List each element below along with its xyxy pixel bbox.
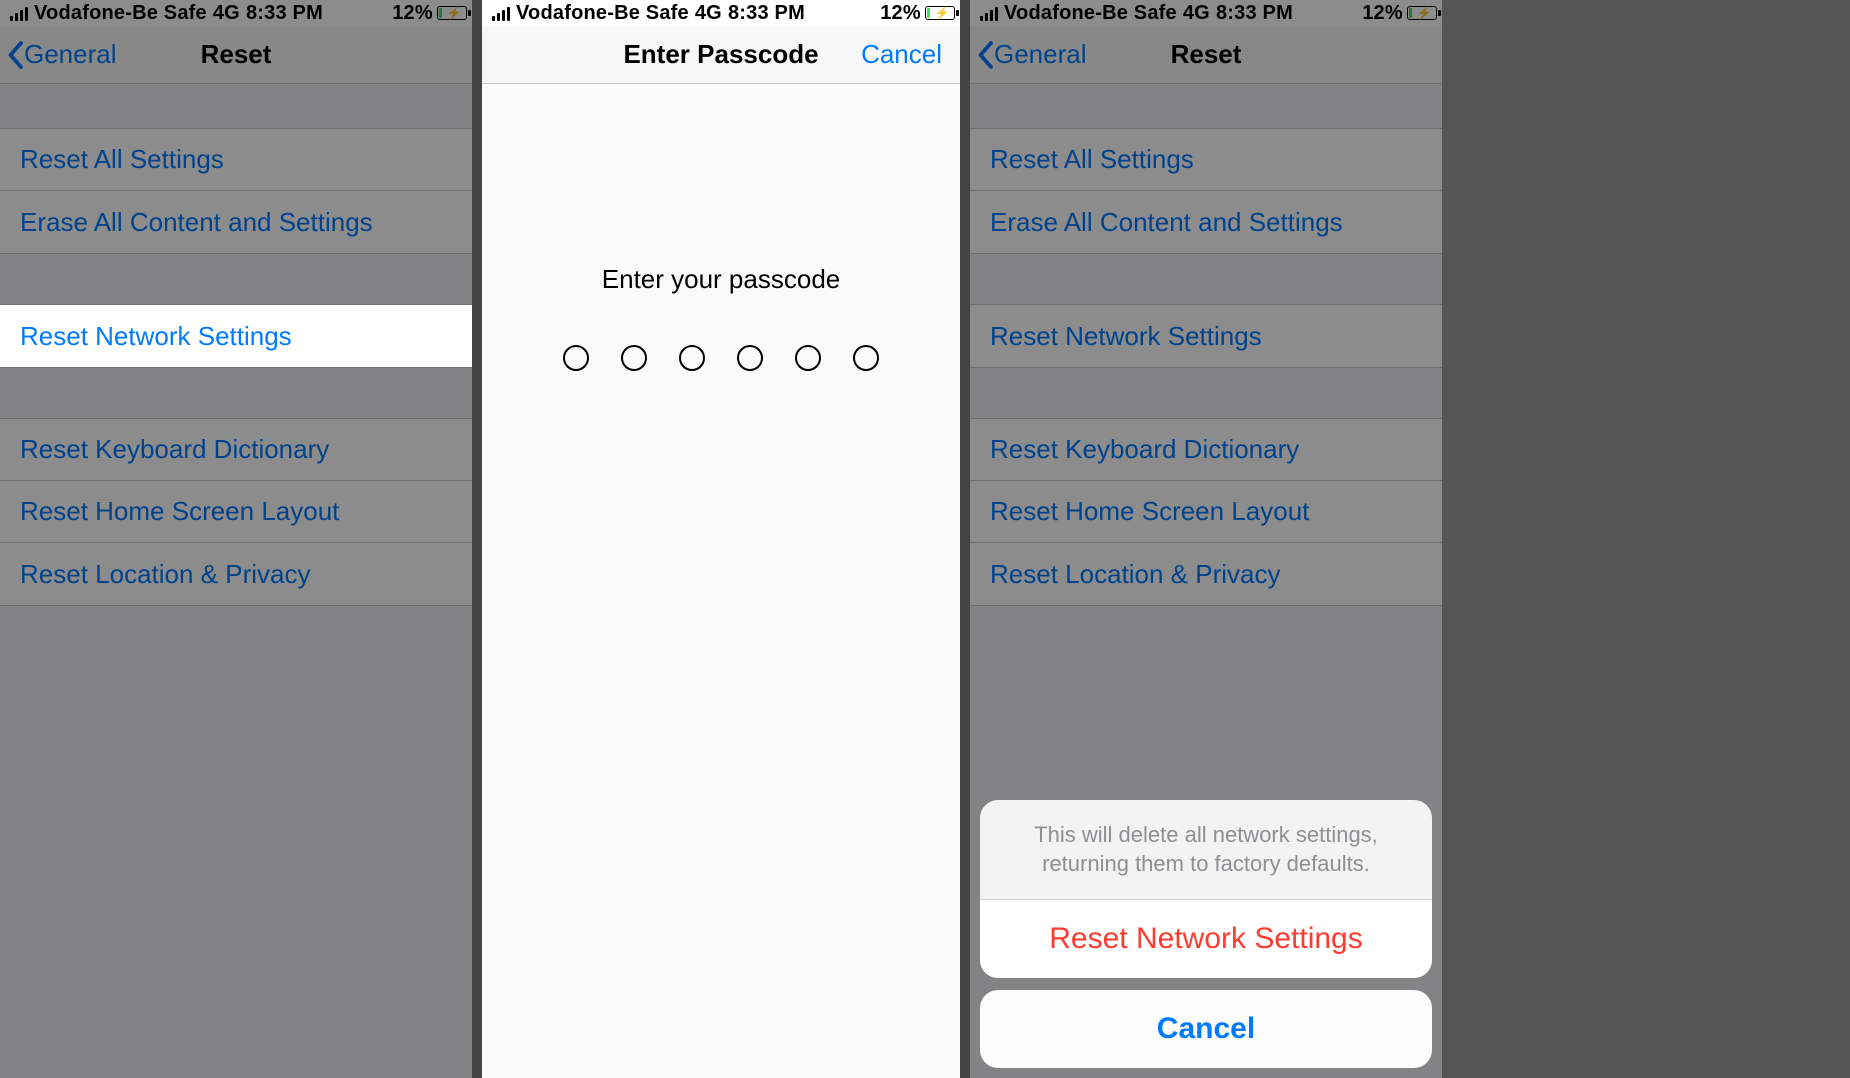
reset-network-settings[interactable]: Reset Network Settings: [970, 305, 1442, 367]
chevron-left-icon: [976, 40, 994, 70]
charging-icon: ⚡: [447, 6, 462, 20]
time-label: 8:33 PM: [1216, 2, 1293, 25]
reset-location-privacy[interactable]: Reset Location & Privacy: [970, 543, 1442, 605]
network-label: 4G: [695, 2, 722, 25]
charging-icon: ⚡: [1417, 6, 1432, 20]
reset-all-settings[interactable]: Reset All Settings: [970, 129, 1442, 191]
signal-icon: [10, 5, 28, 21]
passcode-dot: [795, 345, 821, 371]
back-label: General: [24, 39, 117, 70]
signal-icon: [492, 5, 510, 21]
back-button[interactable]: General: [970, 39, 1087, 70]
network-label: 4G: [213, 2, 240, 25]
passcode-entry: Enter your passcode: [482, 84, 960, 1078]
back-button[interactable]: General: [0, 39, 117, 70]
action-sheet: This will delete all network settings, r…: [980, 800, 1432, 1068]
nav-bar: General Reset: [970, 26, 1442, 84]
passcode-dot: [563, 345, 589, 371]
status-bar: Vodafone-Be Safe 4G 8:33 PM 12% ⚡: [970, 0, 1442, 26]
reset-home-screen[interactable]: Reset Home Screen Layout: [970, 481, 1442, 543]
carrier-label: Vodafone-Be Safe: [34, 2, 207, 25]
nav-bar: General Reset: [0, 26, 472, 84]
reset-home-screen[interactable]: Reset Home Screen Layout: [0, 481, 472, 543]
signal-icon: [980, 5, 998, 21]
battery-percent: 12%: [392, 2, 433, 25]
passcode-dot: [853, 345, 879, 371]
reset-location-privacy[interactable]: Reset Location & Privacy: [0, 543, 472, 605]
carrier-label: Vodafone-Be Safe: [1004, 2, 1177, 25]
sheet-message: This will delete all network settings, r…: [980, 800, 1432, 900]
sheet-cancel-button[interactable]: Cancel: [980, 990, 1432, 1068]
nav-bar: Enter Passcode Cancel: [482, 26, 960, 84]
cancel-button[interactable]: Cancel: [861, 39, 960, 70]
battery-percent: 12%: [1362, 2, 1403, 25]
time-label: 8:33 PM: [246, 2, 323, 25]
erase-all-content[interactable]: Erase All Content and Settings: [970, 191, 1442, 253]
passcode-dots[interactable]: [482, 345, 960, 371]
passcode-dot: [621, 345, 647, 371]
confirm-reset-network-button[interactable]: Reset Network Settings: [980, 900, 1432, 978]
charging-icon: ⚡: [935, 6, 950, 20]
passcode-dot: [679, 345, 705, 371]
chevron-left-icon: [6, 40, 24, 70]
passcode-dot: [737, 345, 763, 371]
erase-all-content[interactable]: Erase All Content and Settings: [0, 191, 472, 253]
battery-percent: 12%: [880, 2, 921, 25]
network-label: 4G: [1183, 2, 1210, 25]
status-bar: Vodafone-Be Safe 4G 8:33 PM 12% ⚡: [0, 0, 472, 26]
reset-keyboard-dictionary[interactable]: Reset Keyboard Dictionary: [970, 419, 1442, 481]
reset-all-settings[interactable]: Reset All Settings: [0, 129, 472, 191]
status-bar: Vodafone-Be Safe 4G 8:33 PM 12% ⚡: [482, 0, 960, 26]
back-label: General: [994, 39, 1087, 70]
carrier-label: Vodafone-Be Safe: [516, 2, 689, 25]
reset-keyboard-dictionary[interactable]: Reset Keyboard Dictionary: [0, 419, 472, 481]
time-label: 8:33 PM: [728, 2, 805, 25]
reset-network-settings[interactable]: Reset Network Settings: [0, 305, 472, 367]
passcode-prompt: Enter your passcode: [482, 264, 960, 295]
